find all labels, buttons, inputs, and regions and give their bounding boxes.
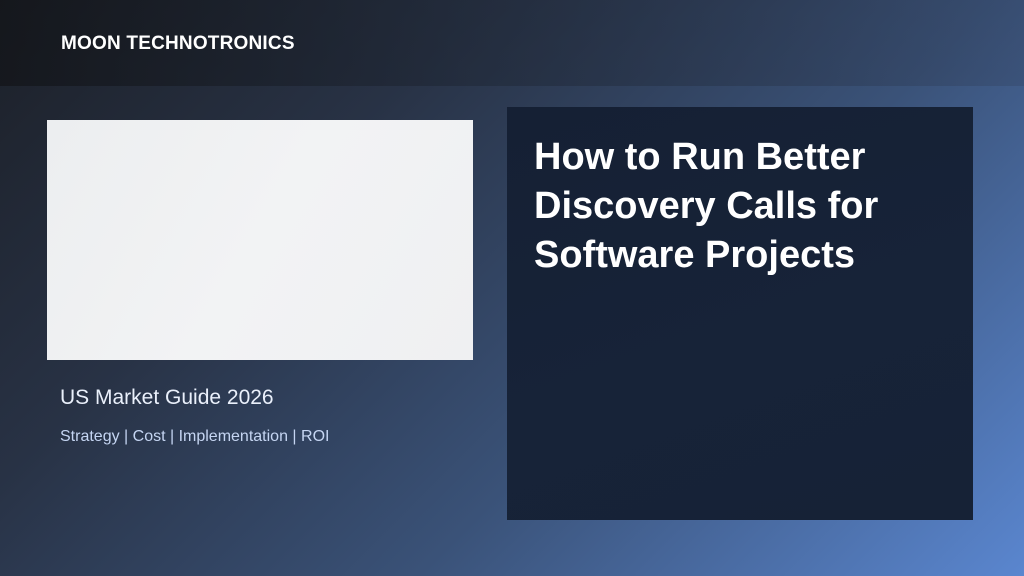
title-card: How to Run Better Discovery Calls for So… <box>507 107 973 520</box>
guide-subtitle: Strategy | Cost | Implementation | ROI <box>60 428 330 445</box>
guide-title: US Market Guide 2026 <box>60 386 274 409</box>
brand-name: MOON TECHNOTRONICS <box>61 33 295 54</box>
hero-image-placeholder <box>47 120 473 360</box>
card-title: How to Run Better Discovery Calls for So… <box>534 136 879 276</box>
header-bar: MOON TECHNOTRONICS <box>0 0 1024 86</box>
